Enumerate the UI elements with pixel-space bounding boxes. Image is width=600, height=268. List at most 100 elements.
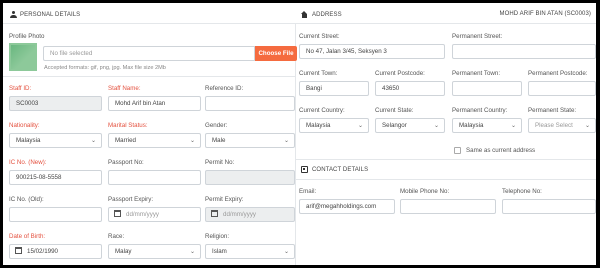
permanent-state-select[interactable]: Please Select ⌄ (528, 118, 596, 133)
contact-divider-bottom (295, 179, 596, 180)
permit-expiry-value: dd/mm/yyyy (223, 211, 257, 218)
permanent-country-value: Malaysia (459, 122, 484, 129)
chevron-down-icon: ⌄ (189, 249, 195, 255)
telephone-input[interactable] (502, 199, 596, 214)
permit-expiry-input[interactable]: dd/mm/yyyy (205, 207, 295, 222)
marital-status-value: Married (115, 137, 136, 144)
home-icon (301, 11, 308, 18)
contact-details-title: CONTACT DETAILS (312, 167, 369, 174)
personal-details-header: PERSONAL DETAILS (10, 11, 80, 18)
passport-expiry-label: Passport Expiry: (108, 196, 154, 203)
calendar-icon (211, 210, 218, 218)
current-country-select[interactable]: Malaysia ⌄ (299, 118, 369, 133)
current-country-value: Malaysia (306, 122, 331, 129)
permanent-state-value: Please Select (535, 122, 573, 129)
ic-new-label: IC No. (New): (9, 159, 47, 166)
dob-value: 15/02/1990 (27, 248, 58, 255)
dob-label: Date of Birth: (9, 233, 46, 240)
gender-select[interactable]: Male ⌄ (205, 133, 295, 148)
telephone-label: Telephone No: (502, 188, 542, 195)
current-town-label: Current Town: (299, 70, 338, 77)
calendar-icon (15, 247, 22, 255)
permanent-postcode-label: Permanent Postcode: (528, 70, 588, 77)
permanent-street-label: Permanent Street: (452, 33, 503, 40)
race-label: Race: (108, 233, 125, 240)
ic-old-input[interactable] (9, 207, 102, 222)
reference-id-input[interactable] (205, 96, 295, 111)
user-icon (10, 11, 17, 18)
permanent-state-label: Permanent State: (528, 107, 577, 114)
permit-expiry-label: Permit Expiry: (205, 196, 244, 203)
email-label: Email: (299, 188, 317, 195)
address-title: ADDRESS (312, 12, 342, 19)
permanent-town-input[interactable] (452, 81, 522, 96)
address-header: ADDRESS (301, 11, 342, 18)
staff-id-label: Staff ID: (9, 85, 32, 92)
current-state-label: Current State: (375, 107, 414, 114)
current-street-label: Current Street: (299, 33, 340, 40)
profile-photo-thumbnail (9, 43, 37, 71)
email-input[interactable]: arif@megahholdings.com (299, 199, 395, 214)
nationality-select[interactable]: Malaysia ⌄ (9, 133, 102, 148)
staff-form-window: PERSONAL DETAILS ADDRESS MOHD ARIF BIN A… (3, 3, 596, 265)
chevron-down-icon: ⌄ (357, 123, 363, 129)
race-select[interactable]: Malay ⌄ (108, 244, 201, 259)
chevron-down-icon: ⌄ (90, 138, 96, 144)
file-name-field[interactable]: No file selected (43, 46, 255, 61)
passport-expiry-value: dd/mm/yyyy (126, 211, 160, 218)
passport-label: Passport No: (108, 159, 144, 166)
ic-new-input[interactable]: 900215-08-5558 (9, 170, 102, 185)
contact-details-header: CONTACT DETAILS (301, 166, 368, 173)
reference-id-label: Reference ID: (205, 85, 244, 92)
marital-status-label: Marital Status: (108, 122, 148, 129)
chevron-down-icon: ⌄ (510, 123, 516, 129)
staff-name-input[interactable]: Mohd Arif bin Atan (108, 96, 201, 111)
race-value: Malay (115, 248, 132, 255)
permanent-country-label: Permanent Country: (452, 107, 508, 114)
nationality-value: Malaysia (16, 137, 41, 144)
photo-divider (3, 76, 295, 77)
header-divider (3, 23, 596, 24)
permanent-postcode-input[interactable] (528, 81, 596, 96)
calendar-icon (114, 210, 121, 218)
nationality-label: Nationality: (9, 122, 40, 129)
chevron-down-icon: ⌄ (283, 249, 289, 255)
passport-expiry-input[interactable]: dd/mm/yyyy (108, 207, 201, 222)
religion-value: Islam (212, 248, 227, 255)
current-country-label: Current Country: (299, 107, 345, 114)
dob-input[interactable]: 15/02/1990 (9, 244, 102, 259)
chevron-down-icon: ⌄ (584, 123, 590, 129)
file-format-hint: Accepted formats: gif, png, jpg. Max fil… (44, 65, 166, 71)
current-postcode-input[interactable]: 43650 (375, 81, 445, 96)
same-as-current-checkbox[interactable] (454, 147, 461, 154)
permit-label: Permit No: (205, 159, 235, 166)
current-state-select[interactable]: Selangor ⌄ (375, 118, 445, 133)
chevron-down-icon: ⌄ (283, 138, 289, 144)
current-postcode-label: Current Postcode: (375, 70, 425, 77)
permit-input[interactable] (205, 170, 295, 185)
gender-value: Male (212, 137, 226, 144)
contact-card-icon (301, 166, 308, 173)
staff-header-name: MOHD ARIF BIN ATAN (SC0003) (499, 11, 591, 17)
gender-label: Gender: (205, 122, 228, 129)
permanent-country-select[interactable]: Malaysia ⌄ (452, 118, 522, 133)
choose-file-button[interactable]: Choose File (255, 46, 297, 61)
religion-select[interactable]: Islam ⌄ (205, 244, 295, 259)
mobile-label: Mobile Phone No: (400, 188, 450, 195)
chevron-down-icon: ⌄ (433, 123, 439, 129)
current-state-value: Selangor (382, 122, 407, 129)
mobile-input[interactable] (400, 199, 496, 214)
permanent-street-input[interactable] (452, 44, 596, 59)
permanent-town-label: Permanent Town: (452, 70, 501, 77)
staff-name-label: Staff Name: (108, 85, 141, 92)
current-street-input[interactable]: No 47, Jalan 3/45, Seksyen 3 (299, 44, 445, 59)
current-town-input[interactable]: Bangi (299, 81, 369, 96)
chevron-down-icon: ⌄ (189, 138, 195, 144)
passport-input[interactable] (108, 170, 201, 185)
same-as-current-label: Same as current address (466, 147, 536, 154)
contact-divider-top (295, 159, 596, 160)
staff-id-input[interactable]: SC0003 (9, 96, 102, 111)
marital-status-select[interactable]: Married ⌄ (108, 133, 201, 148)
profile-photo-label: Profile Photo (9, 33, 45, 40)
religion-label: Religion: (205, 233, 230, 240)
